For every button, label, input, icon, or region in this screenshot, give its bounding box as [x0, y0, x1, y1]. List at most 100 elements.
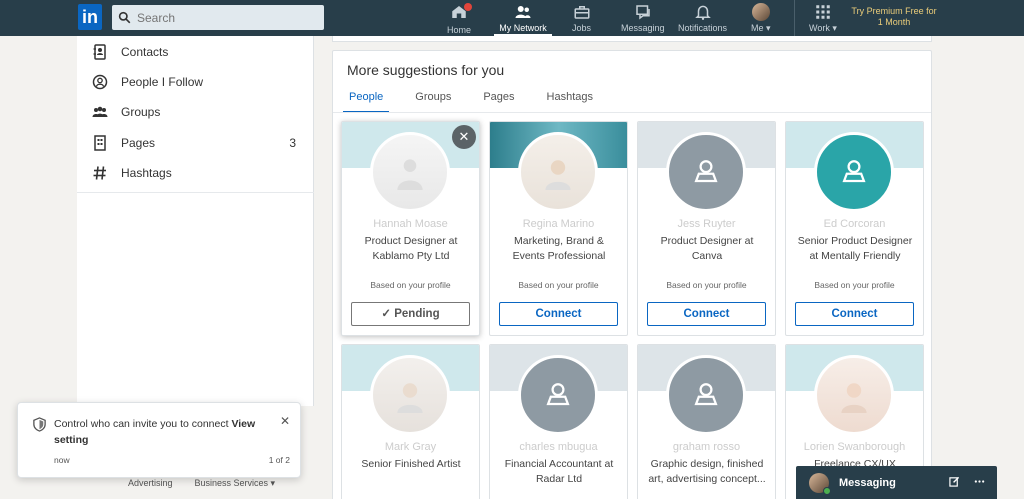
left-item-hashtags[interactable]: Hashtags — [92, 162, 302, 184]
pending-label: Pending — [394, 308, 440, 320]
suggestion-reason: Based on your profile — [814, 280, 895, 290]
left-item-groups[interactable]: Groups — [92, 101, 302, 123]
person-name[interactable]: Mark Gray — [342, 441, 479, 453]
invite-settings-toast: Control who can invite you to connect Vi… — [17, 402, 301, 478]
follow-icon — [92, 74, 108, 90]
tab-groups[interactable]: Groups — [409, 89, 457, 113]
search-icon — [118, 11, 131, 24]
left-divider — [77, 192, 314, 193]
person-card[interactable]: Jess Ruyter Product Designer at Canva Ba… — [637, 121, 776, 336]
messaging-actions — [949, 476, 985, 487]
profile-photo[interactable] — [666, 132, 746, 212]
toast-message-text: Control who can invite you to connect — [54, 418, 229, 430]
tab-hashtags[interactable]: Hashtags — [541, 89, 599, 113]
grid-icon — [816, 5, 830, 19]
connect-button[interactable]: Connect — [795, 302, 914, 326]
person-card[interactable]: Ed Corcoran Senior Product Designer at M… — [785, 121, 924, 336]
left-item-contacts[interactable]: Contacts — [92, 41, 302, 63]
nav-jobs-label: Jobs — [572, 23, 592, 33]
message-icon — [636, 5, 650, 20]
messaging-avatar — [809, 472, 831, 495]
person-headline: Product Designer at Kablamo Pty Ltd — [364, 235, 458, 262]
person-name[interactable]: Hannah Moase — [342, 218, 479, 230]
person-headline: Graphic design, finished art, advertisin… — [648, 458, 766, 485]
tab-people[interactable]: People — [343, 89, 390, 113]
person-silhouette-icon — [397, 383, 423, 413]
person-card[interactable]: Regina Marino Marketing, Brand & Events … — [489, 121, 628, 336]
person-name[interactable]: Lorien Swanborough — [786, 441, 923, 453]
connect-button[interactable]: Connect — [647, 302, 766, 326]
nav-my-network[interactable]: My Network — [494, 0, 552, 36]
left-item-label: People I Follow — [121, 75, 204, 89]
connect-button[interactable]: Connect — [499, 302, 618, 326]
briefcase-icon — [574, 6, 589, 19]
person-headline: Financial Accountant at Radar Ltd — [504, 458, 614, 485]
profile-photo[interactable] — [666, 355, 746, 435]
online-status-dot — [823, 486, 831, 495]
person-silhouette-icon — [841, 383, 867, 413]
footer-business-link[interactable]: Business Services ▾ — [195, 478, 276, 489]
person-name[interactable]: graham rosso — [638, 441, 775, 453]
toast-time: now — [54, 455, 70, 465]
toast-close-icon[interactable]: ✕ — [280, 414, 290, 428]
more-options-icon[interactable] — [974, 476, 985, 487]
profile-photo[interactable] — [518, 132, 598, 212]
left-item-label: Hashtags — [121, 166, 172, 180]
pages-count: 3 — [289, 136, 296, 150]
left-item-pages[interactable]: Pages 3 — [92, 132, 302, 154]
dismiss-button[interactable]: ✕ — [452, 125, 476, 149]
person-card[interactable]: charles mbugua Financial Accountant at R… — [489, 344, 628, 499]
check-icon: ✓ — [381, 308, 392, 320]
nav-me-label: Me ▾ — [751, 23, 771, 33]
compose-icon[interactable] — [949, 476, 960, 487]
messaging-label: Messaging — [839, 476, 896, 489]
person-headline: Senior Product Designer at Mentally Frie… — [797, 235, 913, 262]
person-name[interactable]: Ed Corcoran — [786, 218, 923, 230]
person-card[interactable]: graham rosso Graphic design, finished ar… — [637, 344, 776, 499]
footer-advertising-link[interactable]: Advertising — [128, 478, 173, 489]
profile-photo[interactable] — [814, 132, 894, 212]
manage-network-panel: Contacts People I Follow Groups Pages 3 … — [77, 36, 314, 406]
person-name[interactable]: Jess Ruyter — [638, 218, 775, 230]
suggestion-reason: Based on your profile — [666, 280, 747, 290]
search-box[interactable] — [112, 5, 324, 30]
left-item-people-i-follow[interactable]: People I Follow — [92, 71, 302, 93]
left-item-label: Contacts — [121, 45, 169, 59]
profile-photo[interactable] — [814, 355, 894, 435]
nav-home[interactable]: Home — [447, 0, 472, 36]
profile-photo[interactable] — [370, 132, 450, 212]
groups-icon — [92, 106, 108, 117]
search-input[interactable] — [137, 10, 317, 25]
person-card[interactable]: Mark Gray Senior Finished Artist — [341, 344, 480, 499]
suggestion-reason: Based on your profile — [370, 280, 451, 290]
premium-link[interactable]: Try Premium Free for 1 Month — [850, 6, 938, 28]
contacts-book-icon — [93, 44, 106, 60]
previous-card-edge — [332, 36, 932, 42]
nav-work[interactable]: Work ▾ — [809, 0, 837, 36]
default-person-icon — [694, 160, 718, 183]
person-headline: Marketing, Brand & Events Professional — [512, 235, 606, 262]
person-headline: Senior Finished Artist — [361, 458, 461, 470]
pending-button[interactable]: ✓ Pending — [351, 302, 470, 326]
hashtag-icon — [93, 166, 106, 180]
nav-me[interactable]: Me ▾ — [751, 0, 771, 36]
nav-messaging[interactable]: Messaging — [621, 0, 665, 36]
profile-photo[interactable] — [370, 355, 450, 435]
shield-icon — [33, 417, 46, 432]
messaging-bar[interactable]: Messaging — [796, 466, 997, 499]
nav-jobs[interactable]: Jobs — [572, 0, 591, 36]
nav-my-network-label: My Network — [499, 23, 547, 33]
person-card[interactable]: ✕ Hannah Moase Product Designer at Kabla… — [341, 121, 480, 336]
left-item-label: Groups — [121, 105, 161, 119]
person-headline: Product Designer at Canva — [660, 235, 754, 262]
nav-work-label: Work ▾ — [809, 23, 837, 33]
footer-links: Advertising Business Services ▾ — [128, 478, 275, 489]
linkedin-logo-icon[interactable]: in — [78, 4, 102, 30]
suggestion-tabs: People Groups Pages Hashtags — [343, 89, 619, 113]
person-name[interactable]: charles mbugua — [490, 441, 627, 453]
tab-pages[interactable]: Pages — [477, 89, 520, 113]
nav-messaging-label: Messaging — [621, 23, 665, 33]
profile-photo[interactable] — [518, 355, 598, 435]
person-name[interactable]: Regina Marino — [490, 218, 627, 230]
nav-notifications[interactable]: Notifications — [678, 0, 727, 36]
